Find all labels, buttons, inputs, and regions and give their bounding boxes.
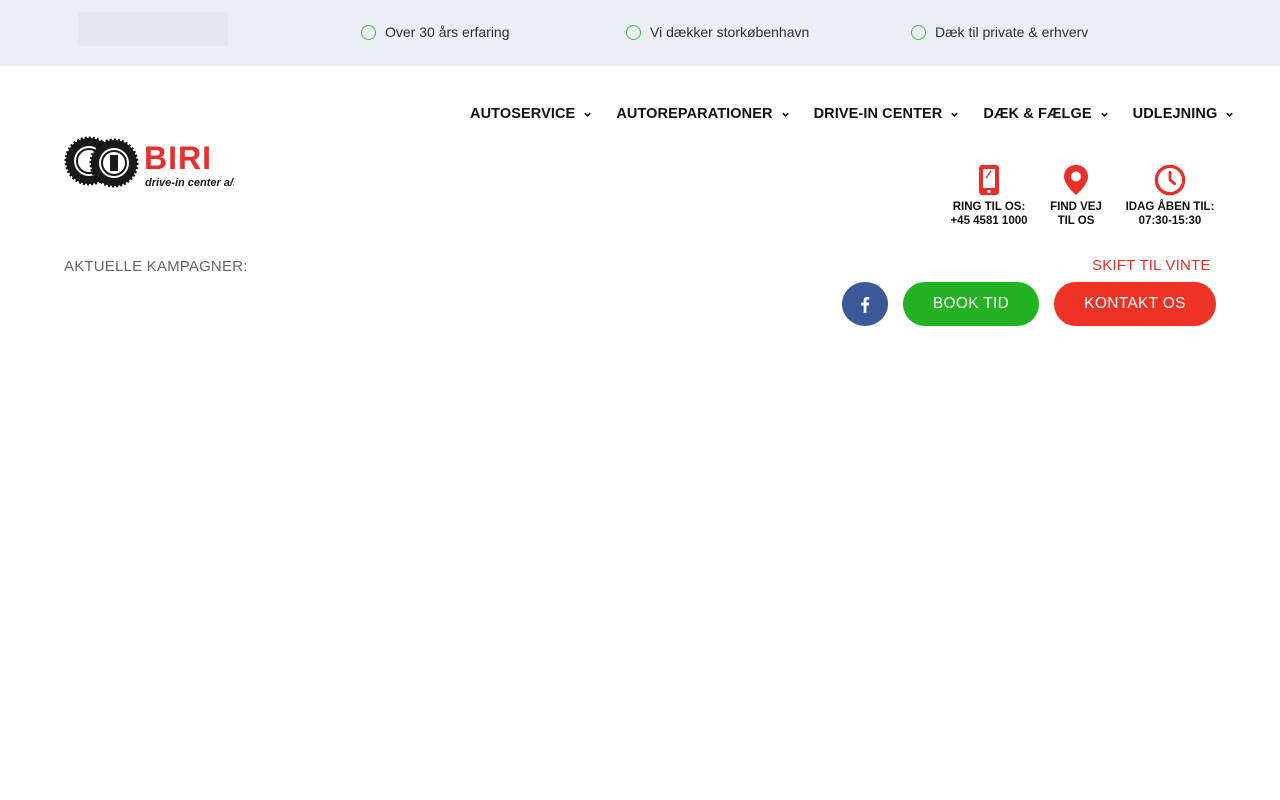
hours-label: IDAG ÅBEN TIL: (1125, 201, 1215, 213)
nav-item-label: DRIVE-IN CENTER (813, 106, 943, 122)
campaign-ticker[interactable]: SKIFT TIL VINTE (1060, 256, 1216, 278)
nav-item-label: AUTOSERVICE (470, 106, 576, 122)
nav-item-label: UDLEJNING (1132, 106, 1218, 122)
book-button[interactable]: BOOK TID (903, 282, 1039, 326)
nav-item-daek-faelge[interactable]: DÆK & FÆLGE (983, 106, 1108, 122)
campaign-label: AKTUELLE KAMPAGNER: (64, 258, 248, 275)
clock-icon (1154, 164, 1186, 196)
phone-number: +45 4581 1000 (950, 215, 1028, 227)
chevron-down-icon (1100, 112, 1108, 117)
directions-info[interactable]: FIND VEJ TIL OS (1040, 164, 1112, 228)
topbar-placeholder (78, 12, 228, 46)
top-bar: Over 30 års erfaring Vi dækker storkøben… (0, 0, 1280, 66)
hours-info: IDAG ÅBEN TIL: 07:30-15:30 (1120, 164, 1220, 228)
nav-item-label: AUTOREPARATIONER (616, 106, 773, 122)
facebook-button[interactable] (842, 282, 888, 326)
site-logo[interactable]: BIRI drive-in center a/s (64, 133, 239, 193)
usp-item: Vi dækker storkøbenhavn (626, 24, 809, 40)
hours-value: 07:30-15:30 (1138, 215, 1202, 227)
usp-text: Vi dækker storkøbenhavn (650, 24, 810, 40)
svg-text:BIRI: BIRI (144, 140, 212, 176)
phone-label: RING TIL OS: (952, 201, 1026, 213)
phone-icon (979, 165, 999, 195)
directions-label: FIND VEJ (1050, 201, 1102, 213)
chevron-down-icon (584, 112, 592, 117)
svg-text:drive-in center a/s: drive-in center a/s (145, 177, 234, 189)
chevron-down-icon (781, 112, 789, 117)
chevron-down-icon (1226, 112, 1234, 117)
directions-sublabel: TIL OS (1057, 215, 1095, 227)
chevron-down-icon (951, 112, 959, 117)
check-circle-icon (361, 24, 376, 40)
facebook-icon (861, 296, 870, 313)
map-pin-icon (1064, 165, 1088, 195)
usp-text: Over 30 års erfaring (385, 24, 510, 40)
usp-text: Dæk til private & erhverv (935, 24, 1089, 40)
nav-item-drive-in-center[interactable]: DRIVE-IN CENTER (814, 106, 960, 122)
nav-item-label: DÆK & FÆLGE (983, 106, 1092, 122)
check-circle-icon (911, 24, 926, 40)
check-circle-icon (626, 24, 641, 40)
usp-item: Over 30 års erfaring (361, 24, 510, 40)
main-nav: AUTOSERVICE AUTOREPARATIONER DRIVE-IN CE… (470, 106, 1234, 122)
nav-item-autoservice[interactable]: AUTOSERVICE (470, 106, 592, 122)
contact-button[interactable]: KONTAKT OS (1054, 282, 1216, 326)
nav-item-udlejning[interactable]: UDLEJNING (1133, 106, 1235, 122)
campaign-ticker-text[interactable]: SKIFT TIL VINTE (1092, 257, 1211, 274)
usp-item: Dæk til private & erhverv (911, 24, 1088, 40)
nav-item-autoreparationer[interactable]: AUTOREPARATIONER (616, 106, 789, 122)
phone-info[interactable]: RING TIL OS: +45 4581 1000 (944, 164, 1034, 228)
